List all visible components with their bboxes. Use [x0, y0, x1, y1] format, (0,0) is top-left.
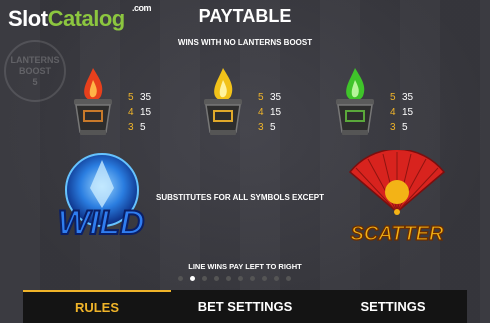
page-indicator[interactable] — [178, 276, 291, 281]
page-dot[interactable] — [178, 276, 183, 281]
paytable-subtitle: WINS WITH NO LANTERNS BOOST — [177, 38, 313, 47]
page-title: PAYTABLE — [198, 6, 292, 26]
page-dot[interactable] — [226, 276, 231, 281]
page-dot[interactable] — [202, 276, 207, 281]
page-dot[interactable] — [250, 276, 255, 281]
pay-value: 35 — [140, 92, 152, 103]
wild-symbol-icon: WILD — [57, 153, 145, 243]
pay-value: 5 — [270, 122, 276, 133]
scatter-fan-icon: SCATTER — [348, 150, 446, 246]
pay-value: 15 — [270, 107, 282, 118]
badge-line3: 5 — [32, 76, 38, 87]
pay-count: 4 — [258, 107, 264, 118]
tab-settings[interactable]: SETTINGS — [319, 290, 467, 323]
pay-count: 3 — [390, 122, 396, 133]
pay-value: 15 — [140, 107, 152, 118]
tab-bet-settings-label: BET SETTINGS — [197, 299, 293, 314]
pay-count: 4 — [128, 107, 134, 118]
wild-substitutes-text: SUBSTITUTES FOR ALL SYMBOLS EXCEPT — [156, 193, 325, 202]
pay-count: 5 — [390, 92, 396, 103]
pay-count: 4 — [390, 107, 396, 118]
tab-rules-label: RULES — [74, 300, 120, 315]
green-fire-lantern-icon — [336, 68, 374, 135]
pay-value: 15 — [402, 107, 414, 118]
lanterns-boost-badge: LANTERNS BOOST 5 — [4, 40, 66, 102]
red-fire-lantern-icon — [74, 68, 112, 135]
page-dot[interactable] — [214, 276, 219, 281]
pay-count: 3 — [258, 122, 264, 133]
tab-rules[interactable]: RULES — [23, 290, 171, 323]
page-dot[interactable] — [238, 276, 243, 281]
pay-count: 3 — [128, 122, 134, 133]
bottom-menu: RULES BET SETTINGS SETTINGS — [23, 290, 467, 323]
badge-line1: LANTERNS — [10, 54, 60, 65]
line-wins-text: LINE WINS PAY LEFT TO RIGHT — [188, 262, 302, 271]
lantern-1-paytable: 5 35 4 15 35 — [128, 90, 151, 135]
wild-label: WILD — [58, 204, 145, 242]
page-dot[interactable] — [262, 276, 267, 281]
pay-count: 5 — [128, 92, 134, 103]
page-dot[interactable] — [190, 276, 195, 281]
pay-count: 5 — [258, 92, 264, 103]
pay-value: 35 — [270, 92, 282, 103]
lantern-3-paytable: 5 35 4 15 35 — [390, 90, 413, 135]
page-dot[interactable] — [274, 276, 279, 281]
pay-value: 35 — [402, 92, 414, 103]
badge-line2: BOOST — [18, 65, 51, 76]
page-dot[interactable] — [286, 276, 291, 281]
scatter-label: SCATTER — [351, 223, 445, 245]
yellow-fire-lantern-icon — [204, 68, 242, 135]
tab-bet-settings[interactable]: BET SETTINGS — [171, 290, 319, 323]
lantern-2-paytable: 5 35 4 15 35 — [258, 90, 281, 135]
tab-settings-label: SETTINGS — [360, 299, 426, 314]
pay-value: 5 — [402, 122, 408, 133]
pay-value: 5 — [140, 122, 146, 133]
